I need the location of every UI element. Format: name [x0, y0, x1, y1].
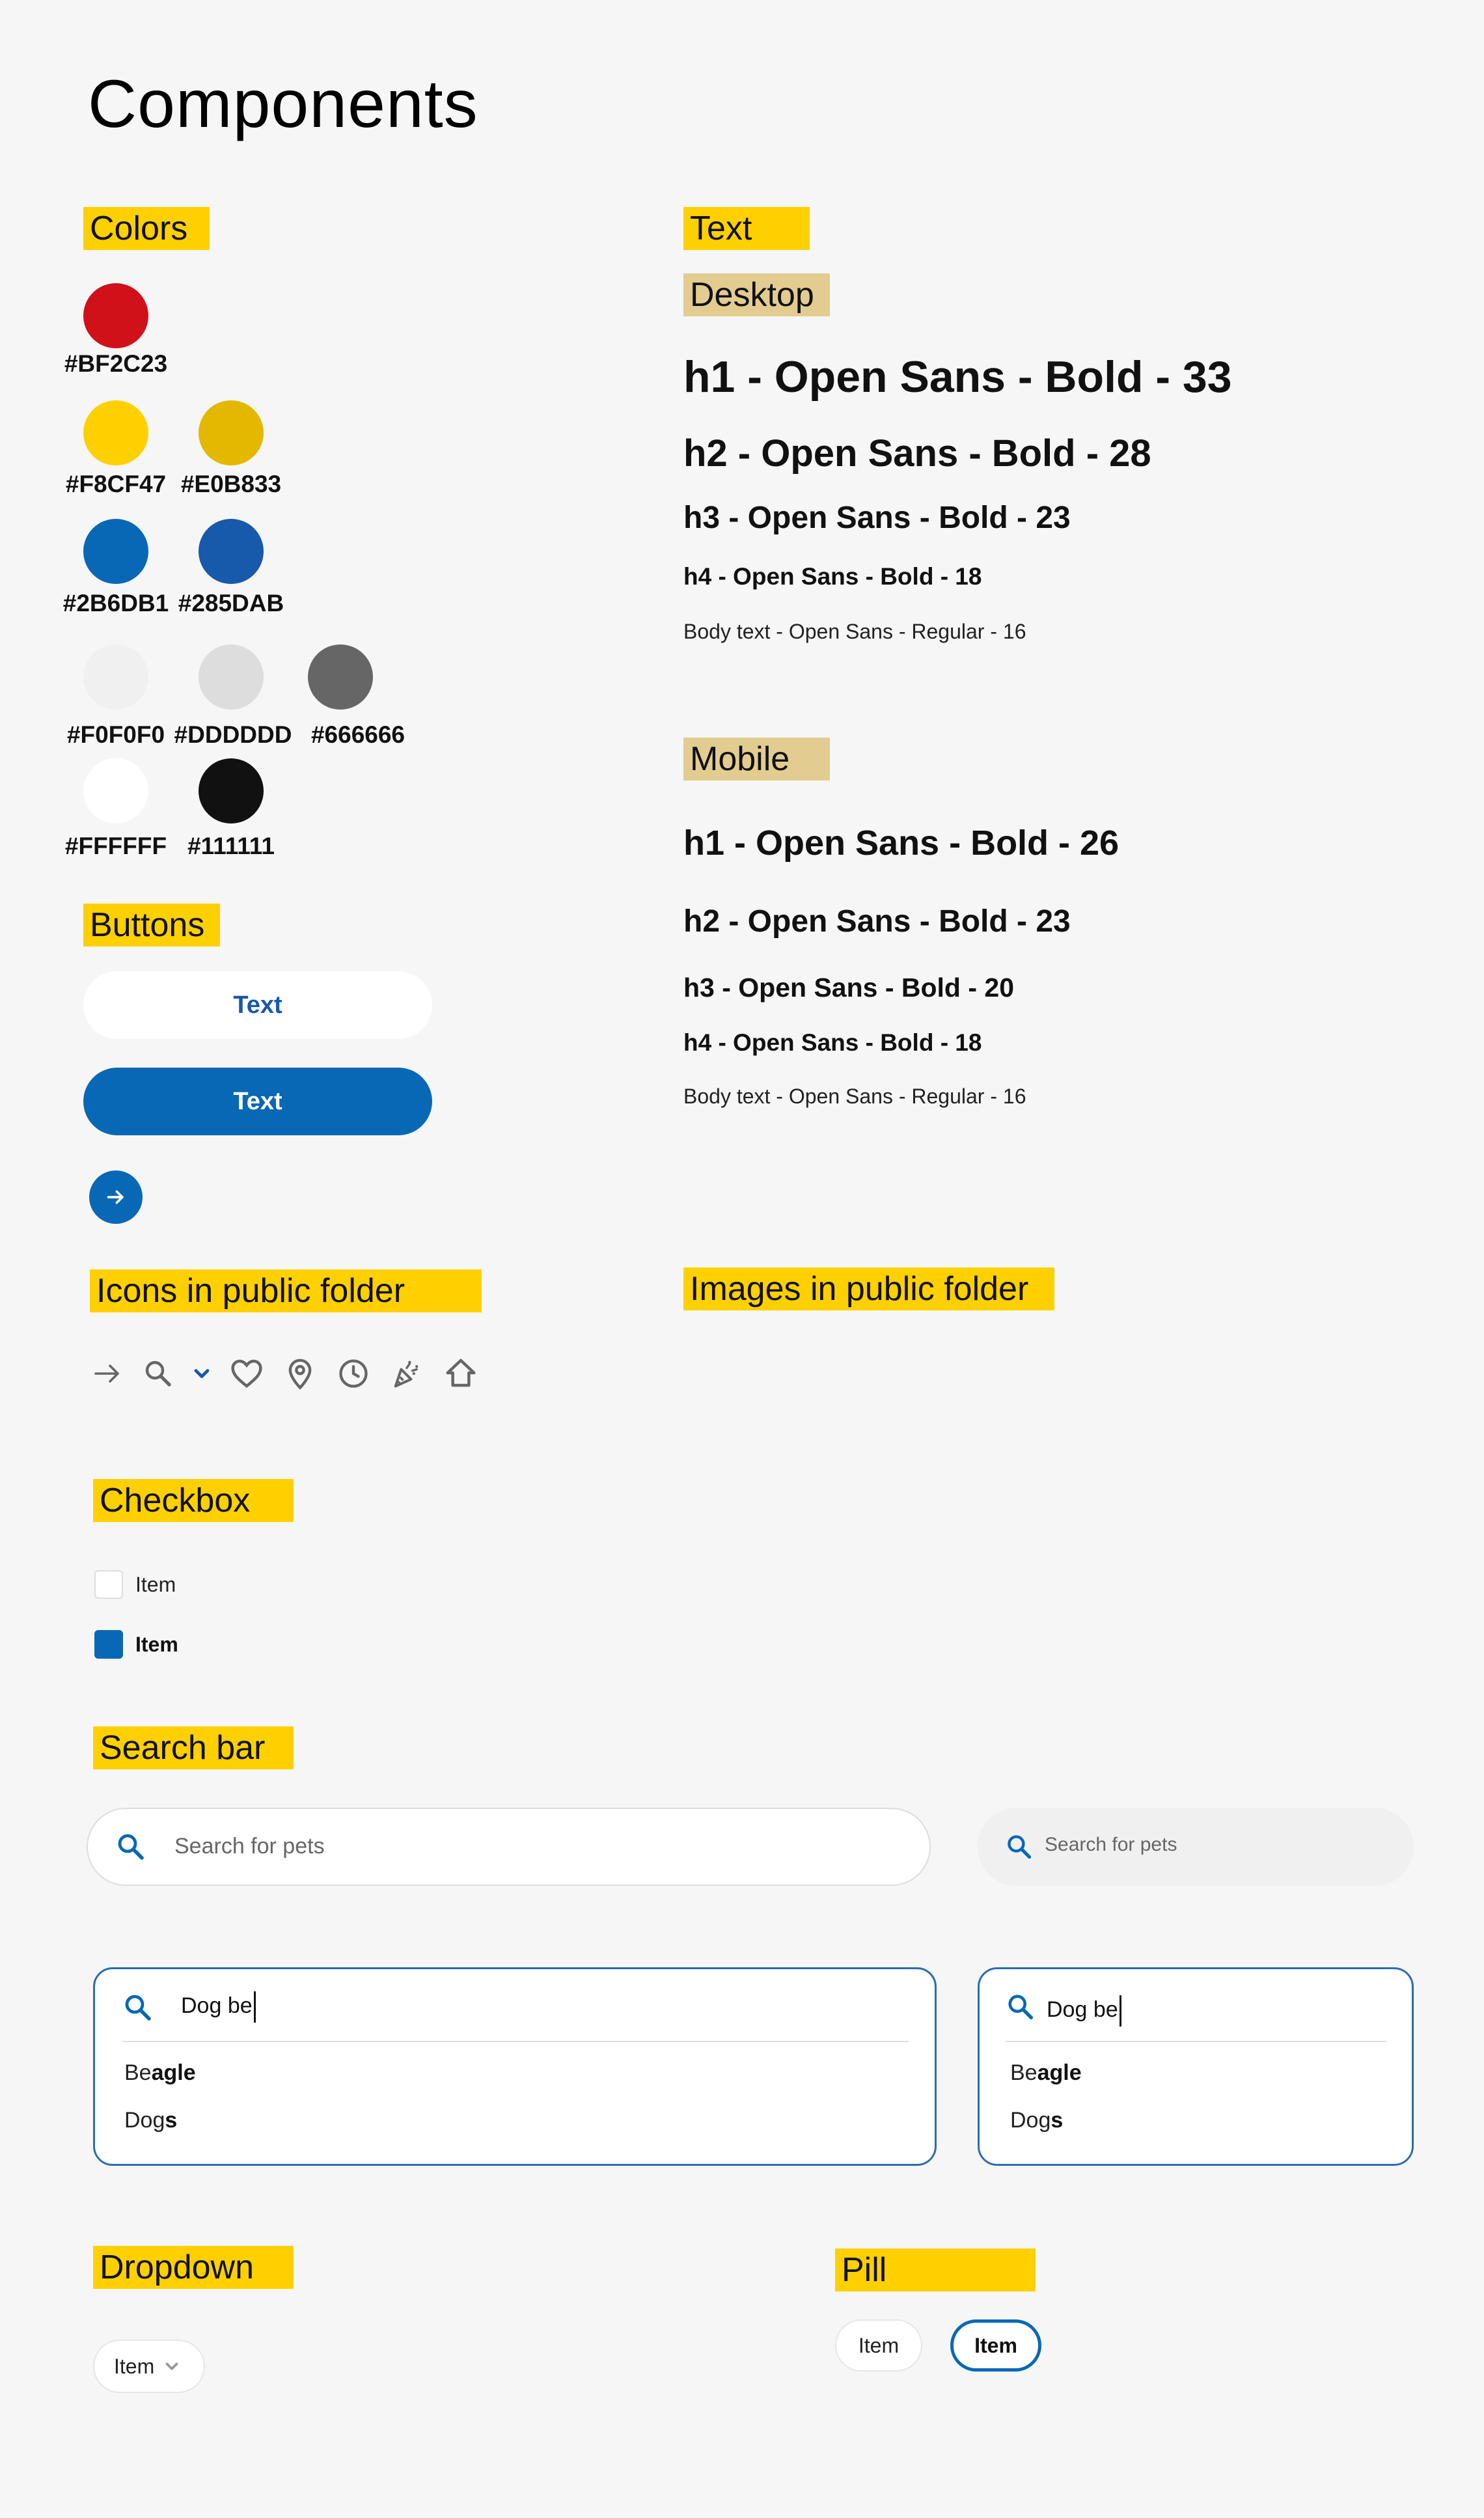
dropdown[interactable]: Item	[93, 2340, 205, 2393]
search-icon	[125, 1995, 151, 2021]
color-swatch-blue	[83, 519, 148, 584]
section-tag-search: Search bar	[93, 1726, 294, 1769]
section-tag-images: Images in public folder	[683, 1267, 1054, 1310]
color-label: #111111	[187, 833, 275, 859]
suggestion-item[interactable]: Dogs	[124, 2108, 177, 2133]
color-swatch-dark-blue	[199, 519, 264, 584]
color-swatch-black	[199, 758, 264, 823]
circle-arrow-button[interactable]	[89, 1170, 143, 1224]
search-input[interactable]: Dog be	[181, 1991, 256, 2023]
color-label: #285DAB	[178, 590, 284, 616]
color-label: #BF2C23	[64, 350, 168, 377]
color-swatch-gold	[199, 400, 264, 465]
mobile-body-sample: Body text - Open Sans - Regular - 16	[683, 1085, 1026, 1108]
desktop-h3-sample: h3 - Open Sans - Bold - 23	[683, 501, 1071, 535]
color-label: #DDDDDD	[174, 721, 292, 748]
color-swatch-dark-gray	[308, 644, 373, 710]
outline-button[interactable]: Text	[83, 971, 432, 1039]
party-popper-icon	[386, 1353, 428, 1394]
section-tag-checkbox: Checkbox	[93, 1479, 294, 1522]
components-page: Components Colors #BF2C23 #F8CF47 #E0B83…	[0, 0, 1484, 2518]
search-input[interactable]: Dog be	[1047, 1995, 1121, 2027]
divider	[122, 2041, 909, 2042]
color-label: #E0B833	[180, 471, 282, 497]
home-icon	[440, 1353, 482, 1394]
search-autocomplete-desktop: Dog be Beagle Dogs	[93, 1967, 937, 2166]
search-query: Dog be	[1047, 1997, 1118, 2022]
mobile-h1-sample: h1 - Open Sans - Bold - 26	[683, 823, 1120, 863]
heart-icon	[226, 1353, 268, 1394]
desktop-h4-sample: h4 - Open Sans - Bold - 18	[683, 563, 982, 590]
color-swatch-light-gray	[83, 644, 148, 710]
chevron-down-icon	[181, 1353, 223, 1394]
clock-icon	[333, 1353, 374, 1394]
primary-button[interactable]: Text	[83, 1068, 432, 1135]
color-label: #666666	[310, 721, 405, 748]
map-pin-icon	[279, 1353, 321, 1394]
pill-selected[interactable]: Item	[950, 2319, 1041, 2372]
checkbox-checked[interactable]	[94, 1630, 123, 1659]
section-tag-mobile: Mobile	[683, 738, 830, 781]
search-bar-mobile[interactable]: Search for pets	[978, 1808, 1414, 1886]
desktop-h1-sample: h1 - Open Sans - Bold - 33	[683, 352, 1232, 402]
checkbox-label-checked: Item	[135, 1633, 178, 1656]
arrow-right-icon	[107, 1190, 124, 1204]
section-tag-icons: Icons in public folder	[90, 1269, 482, 1312]
search-icon	[1008, 1995, 1033, 2019]
search-placeholder: Search for pets	[1045, 1834, 1177, 1855]
section-tag-text: Text	[683, 207, 810, 250]
color-swatch-yellow	[83, 400, 148, 465]
text-caret	[253, 1991, 256, 2023]
suggestion-item[interactable]: Beagle	[1010, 2060, 1082, 2086]
checkbox-label: Item	[135, 1573, 176, 1596]
color-swatch-white	[83, 758, 148, 823]
page-title: Components	[88, 66, 478, 142]
search-icon	[137, 1353, 179, 1394]
section-tag-pill: Pill	[835, 2248, 1036, 2291]
search-bar-desktop[interactable]: Search for pets	[87, 1808, 931, 1886]
suggestion-item[interactable]: Beagle	[124, 2060, 196, 2086]
section-tag-colors: Colors	[83, 207, 210, 250]
mobile-h2-sample: h2 - Open Sans - Bold - 23	[683, 904, 1071, 939]
checkbox-unchecked[interactable]	[94, 1570, 123, 1599]
dropdown-selected: Item	[114, 2354, 155, 2378]
divider	[1006, 2041, 1386, 2042]
chevron-down-icon	[165, 2362, 178, 2370]
section-tag-desktop: Desktop	[683, 273, 830, 316]
color-swatch-gray	[199, 644, 264, 710]
suggestion-item[interactable]: Dogs	[1010, 2108, 1063, 2133]
mobile-h3-sample: h3 - Open Sans - Bold - 20	[683, 973, 1015, 1003]
section-tag-buttons: Buttons	[83, 904, 220, 947]
section-tag-dropdown: Dropdown	[93, 2246, 294, 2289]
search-icon	[1008, 1835, 1032, 1859]
mobile-h4-sample: h4 - Open Sans - Bold - 18	[683, 1029, 982, 1056]
search-placeholder: Search for pets	[174, 1834, 325, 1859]
search-autocomplete-mobile: Dog be Beagle Dogs	[978, 1967, 1414, 2166]
search-icon	[118, 1834, 144, 1860]
pill-unselected[interactable]: Item	[835, 2319, 922, 2372]
text-caret	[1119, 1995, 1121, 2027]
desktop-h2-sample: h2 - Open Sans - Bold - 28	[683, 432, 1151, 475]
desktop-body-sample: Body text - Open Sans - Regular - 16	[683, 620, 1026, 643]
arrow-right-icon	[87, 1353, 128, 1394]
search-query: Dog be	[181, 1993, 253, 2018]
color-swatch-red	[83, 283, 148, 348]
